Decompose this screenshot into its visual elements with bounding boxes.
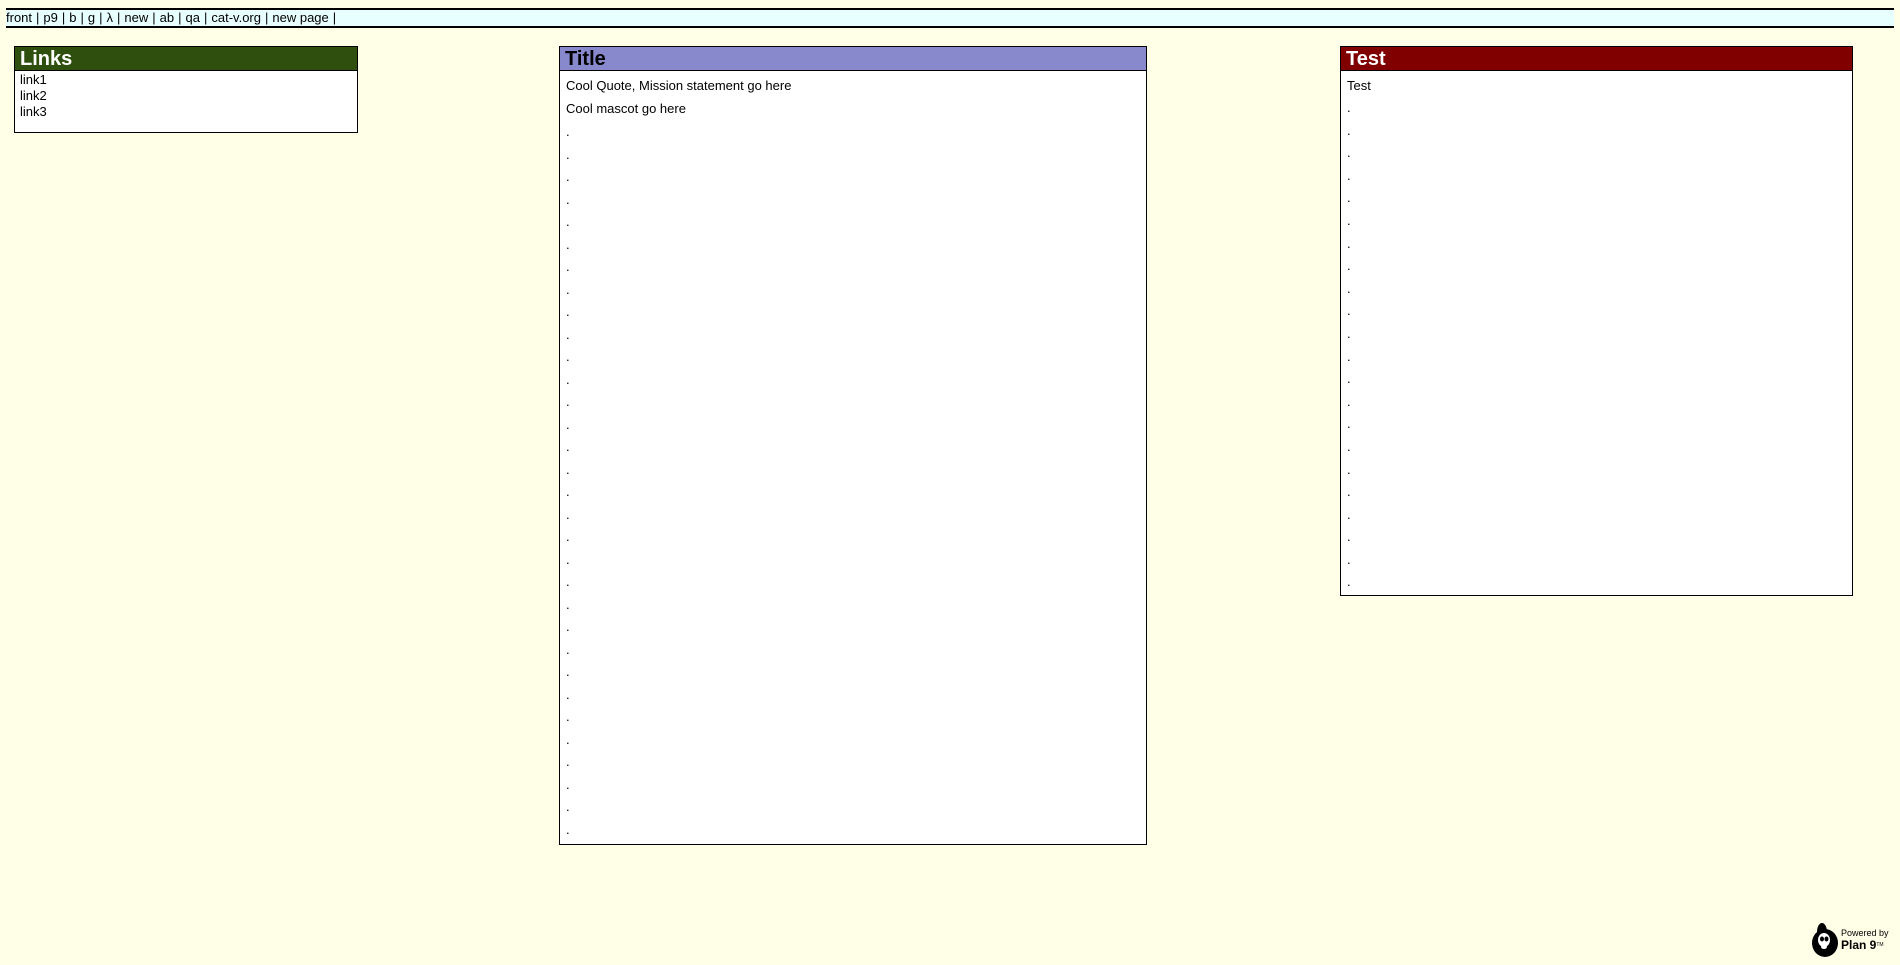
test-box-filler-dot: . [1347,506,1351,522]
powered-by-label: Powered by [1841,928,1889,938]
title-box-filler-dot: . [566,641,570,657]
nav-separator: | [36,10,40,25]
test-box-filler-dot: . [1347,145,1351,161]
test-box-filler-dot: . [1347,212,1351,228]
nav-separator: | [264,10,269,25]
test-box-filler-dot: . [1347,100,1351,115]
glenda-bunny-icon [1812,923,1838,957]
test-box: Test Test...................... [1340,46,1853,596]
title-box-filler-dot: . [566,529,570,544]
title-box-paragraph: Cool mascot go here [566,101,686,116]
powered-by-plan9-badge[interactable]: Powered by Plan 9TM [1810,920,1894,958]
title-box-filler-dot: . [566,191,570,207]
test-box-filler-dot: . [1347,190,1351,206]
title-box-filler-dot: . [566,214,570,229]
nav-separator: | [61,10,66,25]
title-box-filler-dot: . [566,416,570,432]
nav-link-2[interactable]: b [69,10,76,25]
title-box-filler-dot: . [566,439,570,454]
title-box-body: Cool Quote, Mission statement go here Coo… [560,71,1146,841]
title-box-title: Title [560,47,1146,71]
test-box-filler-dot: . [1347,122,1351,138]
nav-separator: | [152,10,156,25]
test-box-filler-dot: . [1347,325,1351,341]
title-box-filler-dot: . [566,799,570,814]
title-box-filler-dot: . [566,461,570,477]
plan9-label: Plan 9TM [1841,938,1884,952]
test-box-filler-dot: . [1347,529,1351,545]
links-box-body: link1 link2 link3 [15,71,357,120]
nav-link-9[interactable]: new page [272,10,328,25]
title-box-filler-dot: . [566,371,570,387]
title-box-paragraph: Cool Quote, Mission statement go here [566,78,792,93]
test-box-filler-dot: . [1347,393,1351,409]
title-box-filler-dot: . [566,484,570,499]
test-box-filler-dot: . [1347,461,1351,477]
links-item-3[interactable]: link3 [20,104,352,120]
nav-link-7[interactable]: qa [186,10,200,25]
test-box-filler-dot: . [1347,235,1351,251]
test-box-filler-dot: . [1347,574,1351,590]
title-box-filler-dot: . [566,236,570,252]
nav-link-8[interactable]: cat-v.org [211,10,261,25]
title-box-filler-dot: . [566,664,570,679]
title-box-filler-dot: . [566,124,570,139]
title-box-filler-dot: . [566,259,570,274]
title-box-filler-dot: . [566,574,570,589]
test-box-filler-dot: . [1347,167,1351,183]
title-box-filler-dot: . [566,506,570,522]
title-box-filler-dot: . [566,169,570,184]
title-box-filler-dot: . [566,349,570,364]
links-box-title: Links [15,47,357,71]
title-box-filler-dot: . [566,326,570,342]
nav-separator: | [332,10,337,25]
nav-separator: | [203,10,208,25]
nav-link-0[interactable]: front [6,10,32,25]
title-box-filler-dot: . [566,281,570,297]
test-box-title: Test [1341,47,1852,71]
nav-link-1[interactable]: p9 [43,10,57,25]
test-box-filler-dot: . [1347,303,1351,319]
test-box-filler-dot: . [1347,416,1351,432]
test-box-paragraph: Test [1347,78,1371,93]
title-box-filler-dot: . [566,776,570,792]
test-box-filler-dot: . [1347,280,1351,296]
nav-separator: | [178,10,182,25]
test-box-filler-dot: . [1347,438,1351,454]
title-box-filler-dot: . [566,551,570,567]
title-box-filler-dot: . [566,394,570,409]
title-box-filler-dot: . [566,146,570,162]
title-box-filler-dot: . [566,619,570,634]
links-item-2[interactable]: link2 [20,88,352,104]
title-box-filler-dot: . [566,754,570,769]
title-box-filler-dot: . [566,304,570,319]
title-box-filler-dot: . [566,596,570,612]
title-box-filler-dot: . [566,731,570,747]
test-box-filler-dot: . [1347,484,1351,500]
links-item-1[interactable]: link1 [20,72,352,88]
title-box-filler-dot: . [566,821,570,837]
test-box-filler-dot: . [1347,551,1351,567]
test-box-body: Test...................... [1341,71,1852,594]
nav-separator: | [80,10,84,25]
nav-link-5[interactable]: new [124,10,148,25]
nav-separator: | [117,10,121,25]
top-nav-bar: front | p9 | b | g | λ | new | ab | qa | cat-v.org | new p… [6,8,1894,28]
nav-link-6[interactable]: ab [160,10,174,25]
test-box-filler-dot: . [1347,258,1351,274]
title-box-filler-dot: . [566,709,570,724]
test-box-filler-dot: . [1347,348,1351,364]
nav-separator: | [99,10,103,25]
title-box: Title Cool Quote, Mission statement go h… [559,46,1147,845]
nav-links: front | p9 | b | g | λ | new | ab | qa | cat-v.org | new p… [6,10,340,25]
title-box-filler-dot: . [566,686,570,702]
test-box-filler-dot: . [1347,371,1351,387]
trademark-mark: TM [1876,942,1884,948]
links-box: Links link1 link2 link3 [14,46,358,133]
